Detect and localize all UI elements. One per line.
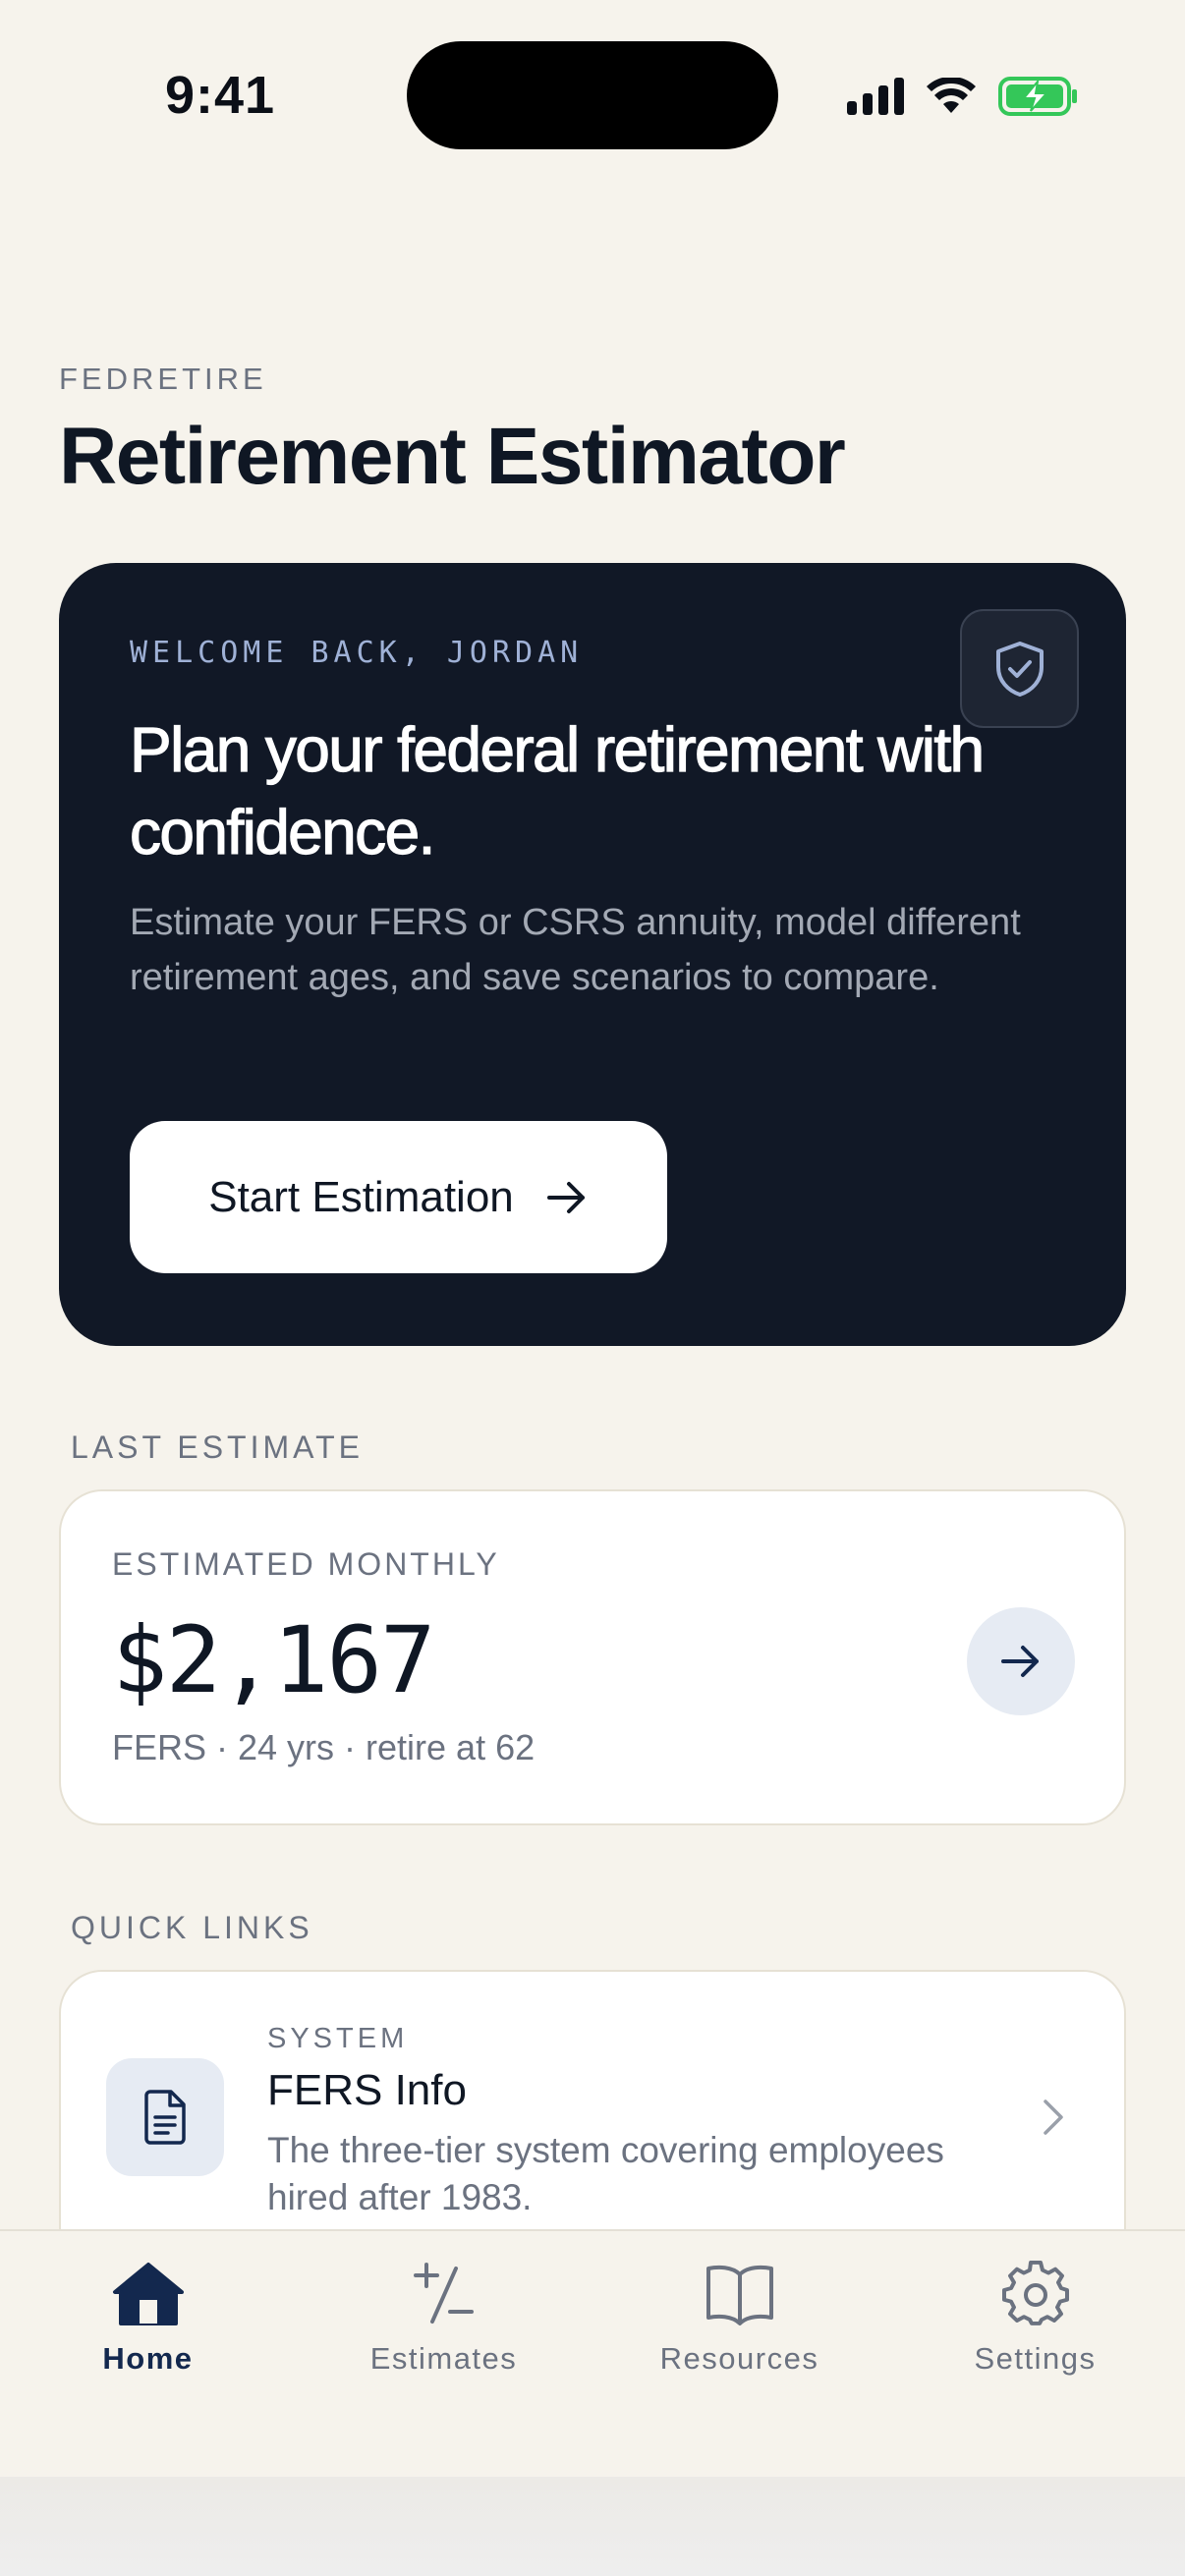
quick-link-description: The three-tier system covering employees… [267, 2130, 944, 2217]
tab-settings[interactable]: Settings [887, 2231, 1183, 2408]
quick-link-kicker: SYSTEM [267, 2023, 409, 2054]
arrow-right-icon [546, 1181, 585, 1213]
welcome-text: WELCOME BACK, JORDAN [130, 636, 584, 670]
wifi-icon [927, 78, 976, 113]
status-icons [847, 75, 1079, 118]
book-icon [705, 2265, 773, 2325]
battery-charging-icon [998, 77, 1077, 116]
last-estimate-card[interactable]: ESTIMATED MONTHLY $2,167 FERS · 24 yrs ·… [59, 1489, 1126, 1825]
status-time: 9:41 [165, 66, 276, 125]
quick-link-title: FERS Info [267, 2066, 467, 2114]
home-icon [112, 2263, 184, 2325]
hero-description: Estimate your FERS or CSRS annuity, mode… [130, 902, 1021, 998]
tab-bar: Home Estimates Resources Settings [0, 2229, 1185, 2477]
dynamic-island [407, 41, 778, 149]
app-name: FEDRETIRE [59, 362, 267, 396]
tab-home-label: Home [102, 2341, 194, 2376]
tab-estimates[interactable]: Estimates [296, 2231, 592, 2408]
chevron-right-icon [1044, 2100, 1063, 2135]
tab-resources[interactable]: Resources [592, 2231, 887, 2408]
page-title: Retirement Estimator [59, 412, 846, 501]
start-estimation-button[interactable]: Start Estimation [130, 1121, 667, 1273]
cellular-signal-icon [847, 78, 904, 115]
start-estimation-label: Start Estimation [208, 1172, 514, 1221]
gear-icon [1001, 2261, 1069, 2325]
estimate-kicker: ESTIMATED MONTHLY [112, 1546, 500, 1582]
tab-resources-label: Resources [659, 2341, 819, 2376]
last-estimate-label: LAST ESTIMATE [71, 1429, 364, 1465]
tab-settings-label: Settings [974, 2341, 1097, 2376]
tab-home[interactable]: Home [0, 2231, 296, 2408]
tab-estimates-label: Estimates [369, 2341, 518, 2376]
status-bar: 9:41 [0, 0, 1185, 196]
quick-links-label: QUICK LINKS [71, 1910, 313, 1945]
hero-heading: Plan your federal retirement with confid… [129, 713, 985, 868]
arrow-right-icon [1001, 1646, 1039, 1677]
open-estimate-button[interactable] [967, 1607, 1075, 1715]
hero-card: WELCOME BACK, JORDAN Plan your federal r… [59, 563, 1126, 1346]
shield-check-icon [995, 641, 1044, 697]
estimate-value: $2,167 [112, 1607, 436, 1714]
quick-link-icon-tile [106, 2058, 224, 2176]
estimate-meta: FERS · 24 yrs · retire at 62 [112, 1727, 536, 1767]
home-indicator-area [0, 2477, 1185, 2576]
plus-minus-icon [413, 2263, 474, 2324]
document-icon [144, 2090, 186, 2145]
